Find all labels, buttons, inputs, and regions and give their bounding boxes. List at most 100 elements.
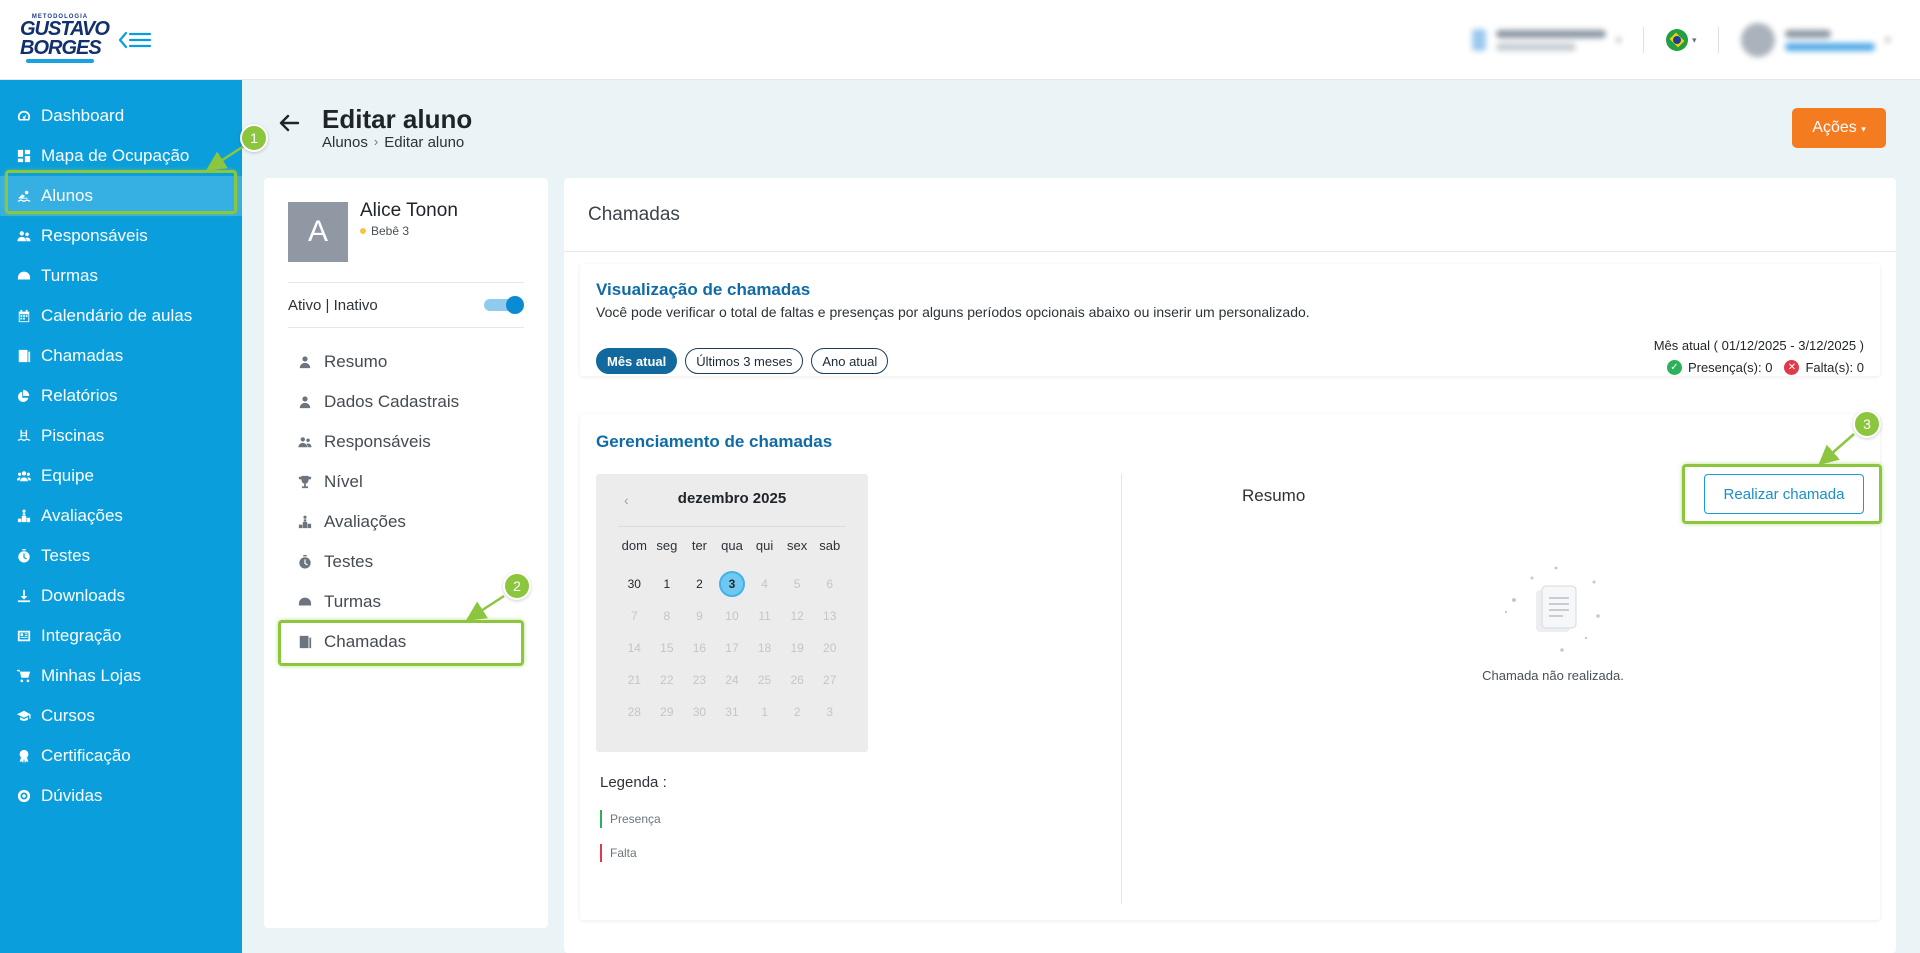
- calendar-day[interactable]: 2: [781, 696, 814, 728]
- sidebar-item-relatorios[interactable]: Relatórios: [0, 376, 242, 416]
- panel-title: Chamadas: [564, 178, 1896, 252]
- sidebar-item-dashboard[interactable]: Dashboard: [0, 96, 242, 136]
- calendar-day[interactable]: 25: [748, 664, 781, 696]
- calendar-day[interactable]: 15: [651, 632, 684, 664]
- sidebar-item-integracao[interactable]: Integração: [0, 616, 242, 656]
- student-menu-resumo[interactable]: Resumo: [288, 342, 524, 382]
- calendar-day[interactable]: 21: [618, 664, 651, 696]
- top-bar: METODOLOGIA GUSTAVO BORGES ▾ ▾ ▾: [0, 0, 1920, 80]
- sidebar: Dashboard Mapa de Ocupação Alunos Respon…: [0, 80, 242, 953]
- calendar-weekday: sab: [819, 537, 841, 553]
- calendar-day[interactable]: 4: [748, 568, 781, 600]
- calendar-day[interactable]: 22: [651, 664, 684, 696]
- calendar-day[interactable]: 26: [781, 664, 814, 696]
- calendar-day[interactable]: 20: [813, 632, 846, 664]
- calendar-day[interactable]: 18: [748, 632, 781, 664]
- sidebar-item-cursos[interactable]: Cursos: [0, 696, 242, 736]
- calendar-day[interactable]: 29: [651, 696, 684, 728]
- filter-current-month[interactable]: Mês atual: [596, 348, 678, 374]
- brand-logo[interactable]: METODOLOGIA GUSTAVO BORGES: [20, 14, 110, 66]
- user-menu[interactable]: ▾: [1741, 23, 1890, 57]
- calendar-day[interactable]: 30: [683, 696, 716, 728]
- legend-presence: Presença: [600, 810, 661, 828]
- calendar-day[interactable]: 27: [813, 664, 846, 696]
- calendar-day[interactable]: 8: [651, 600, 684, 632]
- step-badge-3: 3: [1853, 410, 1881, 438]
- calendar-day[interactable]: 10: [716, 600, 749, 632]
- calendar-weekday: qui: [755, 537, 774, 553]
- student-menu-turmas[interactable]: Turmas: [288, 582, 524, 622]
- sidebar-item-downloads[interactable]: Downloads: [0, 576, 242, 616]
- sidebar-item-certificacao[interactable]: Certificação: [0, 736, 242, 776]
- calendar-day[interactable]: 13: [813, 600, 846, 632]
- calendar-day[interactable]: 9: [683, 600, 716, 632]
- student-menu-nivel[interactable]: Nível: [288, 462, 524, 502]
- sidebar-item-equipe[interactable]: Equipe: [0, 456, 242, 496]
- calendar-day[interactable]: 2: [683, 568, 716, 600]
- student-menu-responsaveis[interactable]: Responsáveis: [288, 422, 524, 462]
- calendar-day[interactable]: 1: [748, 696, 781, 728]
- podium-icon: [17, 509, 31, 523]
- sidebar-item-avaliacoes[interactable]: Avaliações: [0, 496, 242, 536]
- language-selector[interactable]: ▾: [1665, 29, 1697, 51]
- calendar-month: dezembro 2025: [677, 490, 787, 507]
- breadcrumb-separator: ›: [373, 134, 379, 149]
- sidebar-item-calendario[interactable]: Calendário de aulas: [0, 296, 242, 336]
- management-card: Gerenciamento de chamadas ‹ dezembro 202…: [580, 414, 1880, 920]
- active-toggle[interactable]: [484, 296, 524, 314]
- student-avatar: A: [288, 202, 348, 262]
- calendar-day[interactable]: 5: [781, 568, 814, 600]
- student-menu-testes[interactable]: Testes: [288, 542, 524, 582]
- calendar-weekday: seg: [656, 537, 678, 553]
- calendar-day[interactable]: 17: [716, 632, 749, 664]
- calendar-day[interactable]: 11: [748, 600, 781, 632]
- calendar: ‹ dezembro 2025 dom seg ter qua qui sex sab 30 1…: [596, 474, 868, 752]
- sidebar-item-mapa[interactable]: Mapa de Ocupação: [0, 136, 242, 176]
- calendar-day[interactable]: 28: [618, 696, 651, 728]
- menu-collapse-icon[interactable]: [118, 26, 152, 54]
- calendar-day[interactable]: 19: [781, 632, 814, 664]
- calendar-day[interactable]: 3: [813, 696, 846, 728]
- realizar-chamada-button[interactable]: Realizar chamada: [1704, 474, 1864, 514]
- filter-current-year[interactable]: Ano atual: [811, 348, 889, 374]
- calendar-day[interactable]: 1: [651, 568, 684, 600]
- sidebar-item-minhas-lojas[interactable]: Minhas Lojas: [0, 656, 242, 696]
- calendar-day-today[interactable]: 3: [716, 568, 749, 600]
- calendar-day[interactable]: 7: [618, 600, 651, 632]
- sidebar-item-testes[interactable]: Testes: [0, 536, 242, 576]
- list-icon: [17, 349, 31, 363]
- actions-dropdown-button[interactable]: Ações ▾: [1792, 108, 1886, 148]
- check-circle-icon: ✓: [1666, 360, 1682, 375]
- calendar-day[interactable]: 14: [618, 632, 651, 664]
- breadcrumb-alunos-link[interactable]: Alunos: [322, 134, 368, 151]
- student-menu-avaliacoes[interactable]: Avaliações: [288, 502, 524, 542]
- sidebar-item-alunos[interactable]: Alunos: [0, 176, 242, 216]
- step-badge-2: 2: [503, 572, 531, 600]
- calendar-day[interactable]: 6: [813, 568, 846, 600]
- sidebar-item-chamadas[interactable]: Chamadas: [0, 336, 242, 376]
- badge-icon: [17, 749, 31, 763]
- sidebar-item-piscinas[interactable]: Piscinas: [0, 416, 242, 456]
- calendar-day[interactable]: 12: [781, 600, 814, 632]
- calendar-day[interactable]: 23: [683, 664, 716, 696]
- back-arrow-icon[interactable]: [278, 112, 300, 134]
- status-label: Ativo | Inativo: [288, 296, 378, 314]
- filter-last-3-months[interactable]: Últimos 3 meses: [685, 348, 804, 374]
- student-menu-chamadas[interactable]: Chamadas: [288, 622, 524, 662]
- calendar-weekday: sex: [787, 537, 808, 553]
- sidebar-item-duvidas[interactable]: Dúvidas: [0, 776, 242, 816]
- sidebar-item-responsaveis[interactable]: Responsáveis: [0, 216, 242, 256]
- calendar-day[interactable]: 30: [618, 568, 651, 600]
- calendar-icon: [17, 309, 31, 323]
- unit-selector[interactable]: ▾: [1472, 29, 1621, 51]
- breadcrumb-current: Editar aluno: [384, 134, 465, 151]
- student-menu-dados-cadastrais[interactable]: Dados Cadastrais: [288, 382, 524, 422]
- chevron-down-icon: ▾: [1691, 34, 1697, 45]
- unit-icon: [1472, 29, 1487, 51]
- calendar-day[interactable]: 24: [716, 664, 749, 696]
- calendar-day[interactable]: 31: [716, 696, 749, 728]
- cart-icon: [17, 669, 31, 683]
- team-icon: [17, 469, 31, 483]
- calendar-day[interactable]: 16: [683, 632, 716, 664]
- sidebar-item-turmas[interactable]: Turmas: [0, 256, 242, 296]
